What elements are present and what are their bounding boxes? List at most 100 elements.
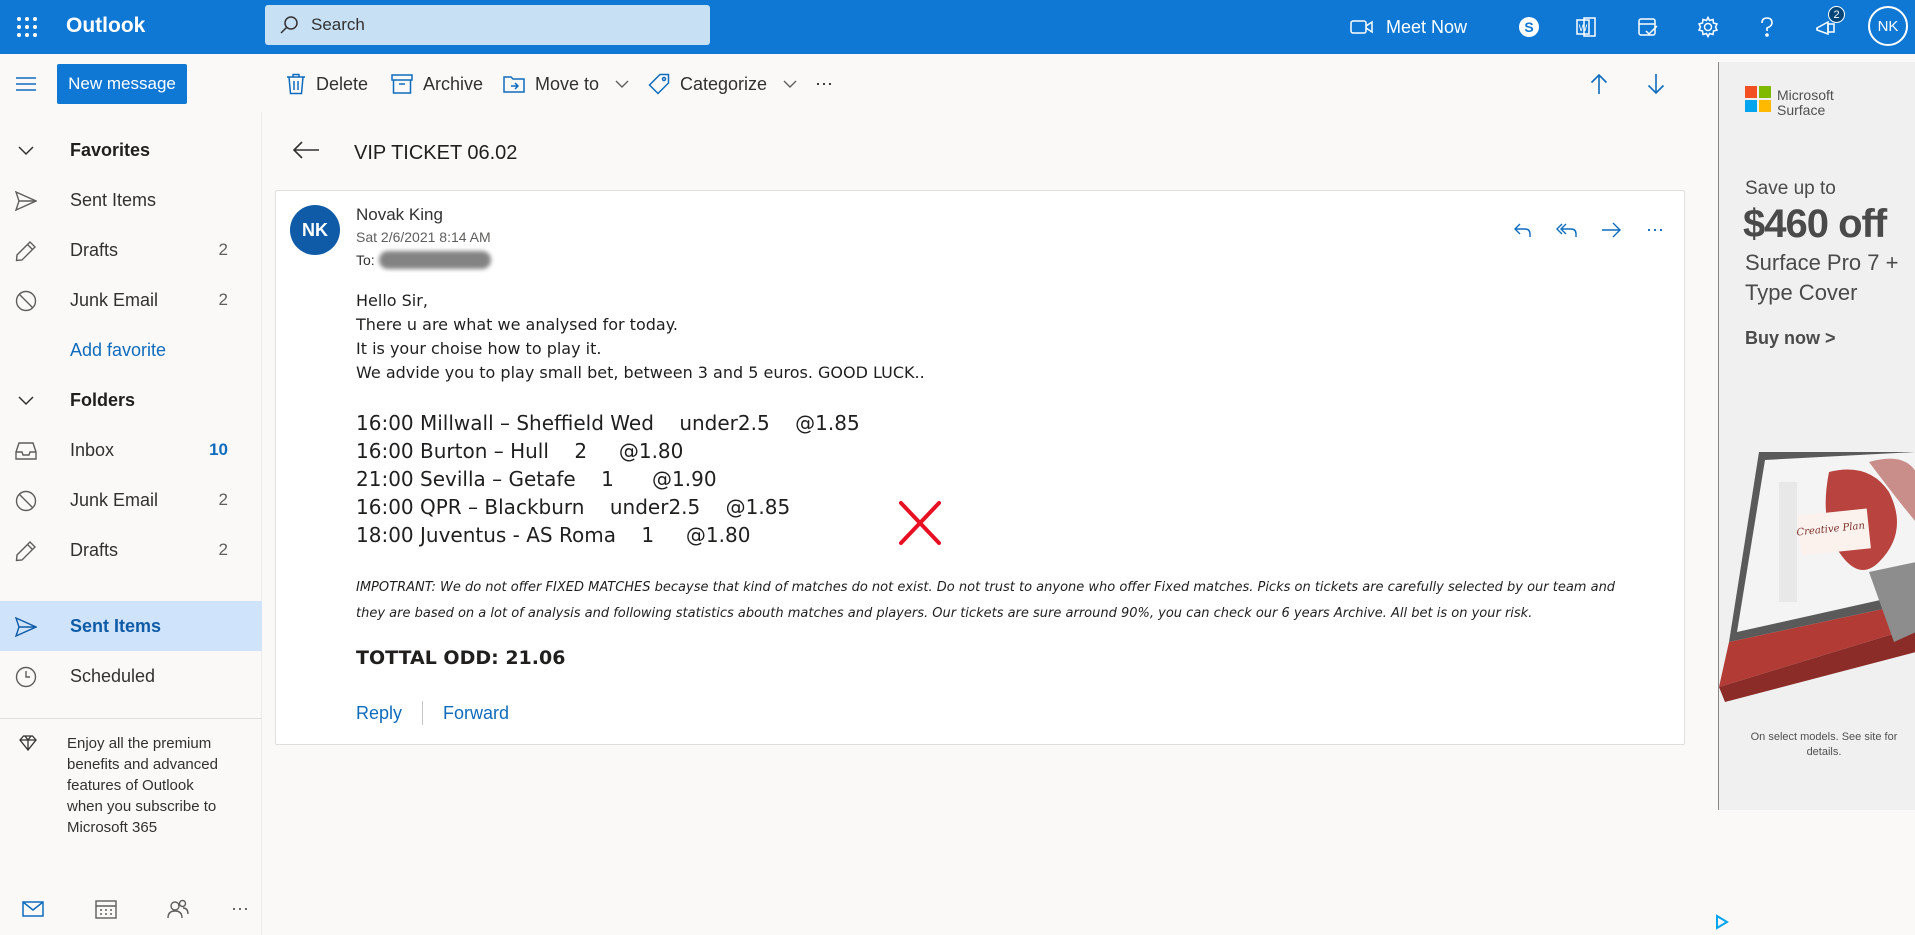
module-switcher: ⋯ <box>0 882 262 935</box>
add-favorite-label: Add favorite <box>70 339 167 360</box>
blocked-icon <box>14 489 38 513</box>
people-icon[interactable] <box>165 896 191 922</box>
user-avatar[interactable]: NK <box>1868 6 1908 46</box>
arrow-up-icon <box>1590 73 1608 95</box>
video-camera-icon <box>1350 18 1374 36</box>
folders-label: Folders <box>70 389 136 410</box>
to-label: To: <box>356 252 375 268</box>
important-note: IMPOTRANT: We do not offer FIXED MATCHES… <box>356 580 1616 621</box>
svg-text:W: W <box>1579 23 1588 33</box>
app-launcher-icon[interactable] <box>0 0 54 54</box>
forward-link[interactable]: Forward <box>443 703 509 724</box>
more-options-icon[interactable]: ⋯ <box>1638 215 1672 245</box>
command-bar: New message Delete Archive Move to Categ… <box>0 54 1715 112</box>
sender-name[interactable]: Novak King <box>356 205 443 225</box>
reply-icon[interactable] <box>1506 215 1540 245</box>
favorite-junk-email[interactable]: Junk Email 2 <box>0 275 262 325</box>
redacted-recipient <box>378 251 491 269</box>
nav-label: Junk Email <box>70 489 159 510</box>
unread-count: 2 <box>218 540 228 559</box>
chevron-down-icon <box>14 139 38 163</box>
ad-price: $460 off <box>1743 202 1887 246</box>
svg-text:S: S <box>1524 19 1533 35</box>
notification-badge: 2 <box>1828 6 1845 23</box>
delete-button[interactable]: Delete <box>286 64 368 104</box>
more-icon: ⋯ <box>815 73 833 94</box>
search-box[interactable]: Search <box>265 5 710 45</box>
archive-icon <box>391 74 413 94</box>
pick-line: 16:00 Millwall – Sheffield Wed under2.5 … <box>356 411 860 435</box>
promo-text: Enjoy all the premium benefits and advan… <box>67 735 218 836</box>
unread-count: 10 <box>209 440 228 459</box>
sender-avatar[interactable]: NK <box>290 205 340 255</box>
next-message-button[interactable] <box>1647 64 1665 104</box>
meet-now-button[interactable]: Meet Now <box>1350 0 1467 54</box>
pencil-icon <box>14 539 38 563</box>
inbox-icon <box>14 439 38 463</box>
hamburger-menu-icon[interactable] <box>10 70 42 98</box>
ad-fine-print: On select models. See site for details. <box>1750 731 1898 758</box>
move-folder-icon <box>503 75 525 93</box>
tag-icon <box>648 73 670 95</box>
archive-label: Archive <box>423 73 484 94</box>
favorite-drafts[interactable]: Drafts 2 <box>0 225 262 275</box>
categorize-button[interactable]: Categorize <box>648 64 797 104</box>
folder-sent-items[interactable]: Sent Items <box>0 601 262 651</box>
settings-gear-icon[interactable] <box>1686 0 1730 54</box>
mail-icon[interactable] <box>20 896 46 922</box>
folder-scheduled[interactable]: Scheduled <box>0 651 262 701</box>
archive-button[interactable]: Archive <box>391 64 483 104</box>
new-message-button[interactable]: New message <box>57 64 187 104</box>
body-line: It is your choise how to play it. <box>356 339 602 358</box>
microsoft-logo-icon <box>1745 86 1771 112</box>
ad-save-text: Save up to <box>1745 178 1836 199</box>
help-icon[interactable] <box>1745 0 1789 54</box>
reply-all-icon[interactable] <box>1550 215 1584 245</box>
surface-device-image: Creative Plan <box>1719 452 1915 712</box>
reply-link[interactable]: Reply <box>356 703 402 724</box>
greeting-block: Hello Sir, There u are what we analysed … <box>356 289 1656 385</box>
message-date: Sat 2/6/2021 8:14 AM <box>356 229 491 245</box>
ad-buy-now-link[interactable]: Buy now > <box>1745 328 1836 349</box>
calendar-icon[interactable] <box>93 896 119 922</box>
categorize-label: Categorize <box>680 73 768 94</box>
nav-label: Sent Items <box>70 189 157 210</box>
red-x-mark <box>898 500 942 546</box>
nav-label: Junk Email <box>70 289 159 310</box>
nav-label: Scheduled <box>70 665 156 686</box>
my-day-icon[interactable] <box>1626 0 1670 54</box>
more-actions-button[interactable]: ⋯ <box>815 64 833 104</box>
skype-icon[interactable]: S <box>1507 0 1551 54</box>
app-brand[interactable]: Outlook <box>66 14 145 38</box>
add-favorite-link[interactable]: Add favorite <box>0 325 262 375</box>
nav-label: Sent Items <box>70 615 162 636</box>
nav-label: Inbox <box>70 439 115 460</box>
pick-line: 18:00 Juventus - AS Roma 1 @1.80 <box>356 523 751 547</box>
message-body: Hello Sir, There u are what we analysed … <box>356 289 1656 669</box>
back-arrow-icon[interactable] <box>292 140 320 160</box>
arrow-down-icon <box>1647 73 1665 95</box>
previous-message-button[interactable] <box>1590 64 1608 104</box>
folder-inbox[interactable]: Inbox 10 <box>0 425 262 475</box>
ad-brand-line: Surface <box>1777 102 1826 118</box>
notifications-icon[interactable]: 2 <box>1804 0 1848 54</box>
search-input[interactable]: Search <box>311 15 365 35</box>
folder-junk-email[interactable]: Junk Email 2 <box>0 475 262 525</box>
forward-icon[interactable] <box>1594 215 1628 245</box>
folder-drafts[interactable]: Drafts 2 <box>0 525 262 575</box>
adchoices-icon[interactable] <box>1714 914 1730 930</box>
advertisement-panel[interactable]: Microsoft Surface Save up to $460 off Su… <box>1718 62 1915 810</box>
total-odd: TOTTAL ODD: 21.06 <box>356 647 566 669</box>
pick-line: 21:00 Sevilla – Getafe 1 @1.90 <box>356 467 717 491</box>
office-apps-icon[interactable]: W <box>1564 0 1608 54</box>
folders-header[interactable]: Folders <box>0 375 262 425</box>
ad-brand: Microsoft Surface <box>1777 88 1834 118</box>
favorites-header[interactable]: Favorites <box>0 125 262 175</box>
more-apps-icon[interactable]: ⋯ <box>227 896 253 922</box>
premium-promo[interactable]: Enjoy all the premium benefits and advan… <box>0 718 262 878</box>
move-to-button[interactable]: Move to <box>503 64 629 104</box>
message-subject: VIP TICKET 06.02 <box>354 142 518 164</box>
body-line: Hello Sir, <box>356 291 428 310</box>
body-line: We advide you to play small bet, between… <box>356 363 925 382</box>
favorite-sent-items[interactable]: Sent Items <box>0 175 262 225</box>
